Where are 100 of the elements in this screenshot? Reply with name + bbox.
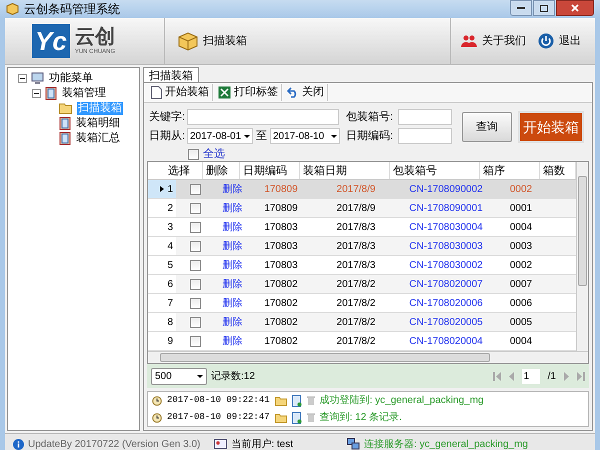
- tree-item[interactable]: 装箱明细: [75, 116, 121, 130]
- table-row[interactable]: 2 删除 170809 2017/8/9 CN-1708090001 0001: [148, 199, 576, 218]
- close-icon: [571, 4, 579, 12]
- user-card-icon: [214, 439, 228, 449]
- log-time: 2017-08-10 09:22:41: [167, 394, 270, 407]
- table-row[interactable]: 4 删除 170803 2017/8/3 CN-1708030003 0003: [148, 237, 576, 256]
- checkbox[interactable]: [190, 316, 200, 328]
- box-number-label: 包装箱号:: [346, 110, 394, 125]
- toolbar-button[interactable]: 开始装箱: [148, 84, 213, 101]
- people-icon: [461, 34, 477, 48]
- toolbar-button[interactable]: 关闭: [284, 84, 328, 101]
- table-row[interactable]: 8 删除 170802 2017/8/2 CN-1708020005 0005: [148, 313, 576, 332]
- log-message: 成功登陆到: yc_general_packing_mg: [320, 394, 484, 408]
- date-from-picker[interactable]: 2017-08-01: [187, 128, 253, 144]
- table-cell-text: 0002: [508, 258, 534, 272]
- about-button[interactable]: 关于我们: [461, 32, 526, 50]
- table-cell-text: 2017/8/3: [336, 258, 376, 272]
- collapse-toggle[interactable]: [18, 74, 27, 82]
- table-cell-text: 170802: [263, 334, 299, 348]
- power-icon: [538, 33, 554, 49]
- document-icon: [292, 394, 302, 406]
- delete-link[interactable]: 删除: [222, 182, 242, 196]
- checkbox[interactable]: [188, 148, 199, 160]
- book-icon: [59, 132, 71, 144]
- table-cell-text: CN-1708020004: [408, 334, 484, 348]
- checkbox[interactable]: [190, 260, 200, 270]
- undo-icon: [287, 87, 299, 98]
- table-cell-text: 0001: [508, 202, 534, 216]
- start-packing-button[interactable]: 开始装箱: [518, 111, 584, 143]
- table-cell-text: 170809: [263, 182, 299, 196]
- delete-link[interactable]: 删除: [222, 314, 242, 330]
- keyword-field[interactable]: [187, 109, 339, 125]
- date-to-picker[interactable]: 2017-08-10: [270, 128, 340, 144]
- close-button[interactable]: [556, 0, 594, 16]
- server-connection: 连接服务器: yc_general_packing_mg: [364, 438, 528, 450]
- folder-icon: [274, 412, 287, 422]
- folder-icon: [274, 396, 287, 406]
- vertical-scrollbar[interactable]: [576, 162, 588, 351]
- box-number-field[interactable]: [398, 109, 452, 125]
- delete-link[interactable]: 删除: [222, 334, 242, 348]
- checkbox[interactable]: [190, 202, 200, 214]
- checkbox[interactable]: [190, 184, 200, 194]
- toolbar-button[interactable]: 打印标签: [215, 84, 282, 101]
- logo-name: 云创: [74, 26, 116, 48]
- next-page-icon[interactable]: [564, 372, 569, 380]
- column-header: 删除: [203, 162, 240, 179]
- table-row[interactable]: 1 删除 170809 2017/8/9 CN-1708090002 0002: [148, 180, 576, 199]
- delete-link[interactable]: 删除: [222, 296, 242, 310]
- checkbox[interactable]: [190, 240, 200, 252]
- page-size-dropdown[interactable]: 500: [151, 368, 207, 384]
- table-row[interactable]: 9 删除 170802 2017/8/2 CN-1708020004 0004: [148, 332, 576, 351]
- tree-item[interactable]: 功能菜单: [48, 72, 94, 84]
- table-row[interactable]: 6 删除 170802 2017/8/2 CN-1708020007 0007: [148, 275, 576, 294]
- clock-icon: [152, 396, 162, 406]
- column-header: 箱序: [480, 162, 540, 179]
- table-cell-text: CN-1708090002: [408, 182, 484, 196]
- table-cell-text: 0004: [508, 220, 534, 234]
- date-code-field[interactable]: [398, 128, 452, 144]
- table-cell-text: 2017/8/2: [336, 316, 376, 330]
- table-cell-text: 2017/8/9: [336, 202, 376, 216]
- table-cell-text: 170803: [263, 220, 299, 234]
- delete-link[interactable]: 删除: [222, 200, 242, 216]
- delete-link[interactable]: 删除: [222, 276, 242, 292]
- window-title: 云创条码管理系统: [24, 1, 120, 18]
- query-button[interactable]: 查询: [462, 112, 512, 142]
- page-field[interactable]: 1: [522, 368, 540, 384]
- table-cell-text: 170802: [263, 278, 299, 292]
- table-cell-text: 0003: [508, 240, 534, 254]
- first-page-icon[interactable]: [492, 372, 501, 380]
- maximize-button[interactable]: [533, 0, 555, 16]
- table-cell-text: 0005: [508, 316, 534, 330]
- table-cell-text: 2017/8/3: [336, 220, 376, 234]
- page-total: /1: [548, 370, 556, 384]
- column-header: 日期编码: [240, 162, 300, 179]
- delete-link[interactable]: 删除: [222, 258, 242, 272]
- last-page-icon[interactable]: [577, 372, 585, 380]
- minimize-button[interactable]: [510, 0, 532, 16]
- tree-item[interactable]: 装箱汇总: [75, 132, 121, 144]
- collapse-toggle[interactable]: [32, 88, 41, 98]
- table-row[interactable]: 5 删除 170803 2017/8/3 CN-1708030002 0002: [148, 256, 576, 275]
- table-row[interactable]: 7 删除 170802 2017/8/2 CN-1708020006 0006: [148, 294, 576, 313]
- document-icon: [151, 86, 162, 99]
- select-all-link[interactable]: 全选: [203, 146, 225, 162]
- tab[interactable]: 扫描装箱: [143, 67, 199, 82]
- delete-link[interactable]: 删除: [222, 220, 242, 234]
- date-code-label: 日期编码:: [346, 128, 394, 144]
- checkbox[interactable]: [190, 222, 200, 232]
- checkbox[interactable]: [190, 298, 200, 308]
- tree-item[interactable]: 装箱管理: [61, 86, 107, 100]
- table-row[interactable]: 3 删除 170803 2017/8/3 CN-1708030004 0004: [148, 218, 576, 237]
- checkbox[interactable]: [190, 278, 200, 290]
- row-number: 8: [148, 313, 176, 331]
- horizontal-scrollbar[interactable]: [148, 351, 588, 363]
- document-icon: [292, 412, 302, 424]
- previous-page-icon[interactable]: [508, 372, 514, 380]
- toolbar-button[interactable]: 扫描装箱: [177, 31, 247, 51]
- exit-button[interactable]: 退出: [538, 32, 581, 50]
- delete-link[interactable]: 删除: [222, 238, 242, 254]
- table-cell-text: 170802: [263, 296, 299, 310]
- checkbox[interactable]: [190, 336, 200, 346]
